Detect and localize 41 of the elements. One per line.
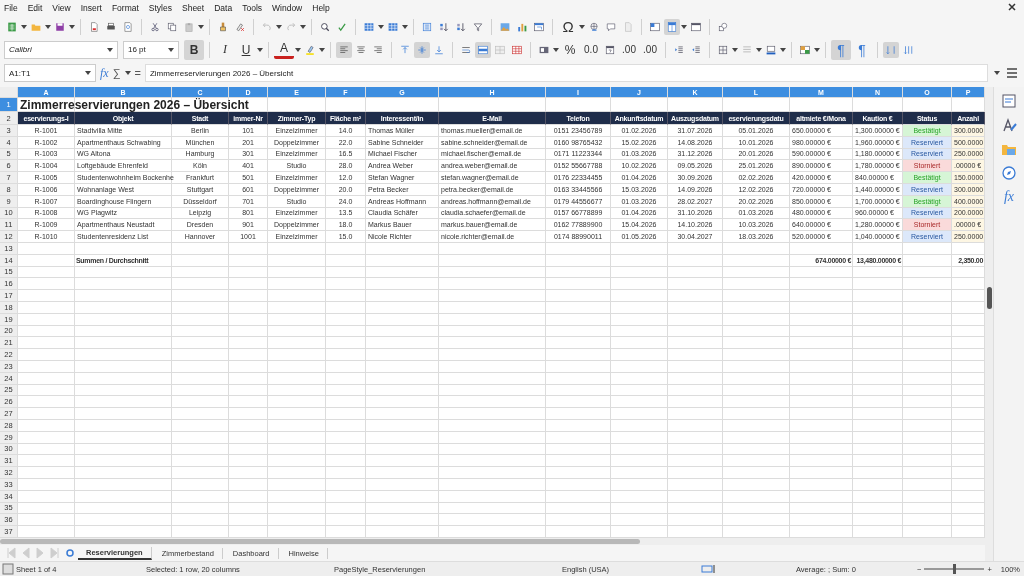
merge-cells-icon[interactable] [475, 41, 491, 58]
formula-input[interactable]: Zimmerreservierungen 2026 – Übersicht [144, 64, 988, 82]
menu-item[interactable]: Sheet [182, 2, 205, 13]
zoom-slider-thumb[interactable] [952, 564, 956, 574]
menu-item[interactable]: Data [214, 2, 233, 13]
text-direction-icon[interactable] [883, 41, 899, 58]
remove-decimal-button[interactable]: .00 [640, 39, 660, 60]
special-character-button[interactable]: Ω [558, 16, 578, 37]
styles-icon[interactable] [1001, 117, 1017, 133]
formula-button[interactable]: = [134, 67, 141, 79]
add-decimal-button[interactable]: .00 [619, 39, 639, 60]
function-wizard-button[interactable]: fx [100, 65, 109, 81]
menu-item[interactable]: File [4, 2, 18, 13]
sum-button[interactable]: ∑ [112, 67, 121, 79]
menu-item[interactable]: Format [111, 2, 139, 13]
horizontal-scrollbar[interactable] [0, 538, 985, 545]
name-box[interactable]: A1:T1 [4, 64, 96, 82]
vertical-scrollbar[interactable] [985, 87, 993, 561]
align-middle-icon[interactable] [414, 41, 430, 58]
menu-icon[interactable] [1004, 65, 1020, 81]
align-left-icon[interactable] [336, 41, 352, 58]
split-window-icon[interactable] [664, 18, 680, 35]
menu-item[interactable]: Insert [80, 2, 102, 13]
menu-item[interactable]: Styles [148, 2, 172, 13]
font-size-field[interactable]: 16 pt [123, 40, 179, 59]
menu-item[interactable]: Help [312, 2, 330, 13]
right-to-left-button[interactable]: ¶ [852, 39, 872, 60]
italic-button[interactable]: I [215, 39, 235, 60]
navigator-icon[interactable] [1001, 165, 1017, 181]
menu-item[interactable]: Edit [27, 2, 43, 13]
font-name-field[interactable]: Calibri [4, 40, 118, 59]
percent-button[interactable]: % [560, 39, 580, 60]
menu-item[interactable]: Tools [242, 2, 262, 13]
underline-button[interactable]: U [236, 39, 256, 60]
menu-item[interactable]: Window [272, 2, 303, 13]
font-color-button[interactable]: A [274, 40, 294, 59]
decimal-button[interactable]: 0.0 [581, 39, 601, 60]
menu-item[interactable]: View [52, 2, 71, 13]
functions-button[interactable]: fx [1003, 189, 1015, 205]
properties-icon[interactable] [1001, 93, 1017, 109]
bold-button[interactable]: B [184, 39, 204, 60]
